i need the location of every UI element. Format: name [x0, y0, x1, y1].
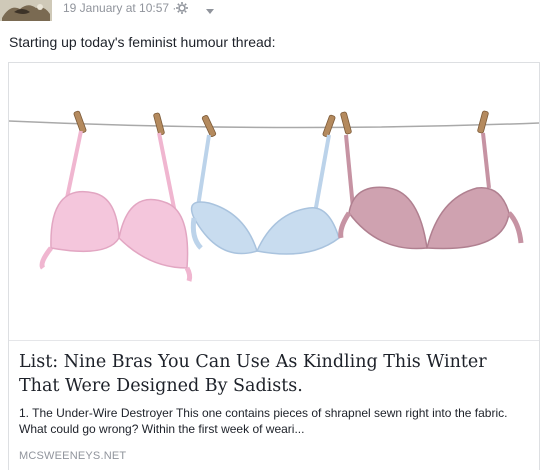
post-header: 19 January at 10:57 · — [0, 0, 546, 22]
bras-on-clothesline-image[interactable] — [9, 63, 539, 341]
link-domain: MCSWEENEYS.NET — [19, 450, 127, 462]
post-text: Starting up today's feminist humour thre… — [9, 34, 276, 50]
link-preview-body[interactable]: List: Nine Bras You Can Use As Kindling … — [9, 342, 539, 470]
link-description: 1. The Under-Wire Destroyer This one con… — [19, 406, 508, 436]
post-timestamp[interactable]: 19 January at 10:57 · — [63, 1, 176, 15]
gear-icon[interactable] — [175, 1, 189, 15]
avatar[interactable] — [0, 0, 52, 21]
link-preview-card[interactable]: List: Nine Bras You Can Use As Kindling … — [8, 62, 540, 470]
chevron-down-icon[interactable] — [204, 3, 216, 14]
link-title[interactable]: List: Nine Bras You Can Use As Kindling … — [19, 350, 531, 398]
